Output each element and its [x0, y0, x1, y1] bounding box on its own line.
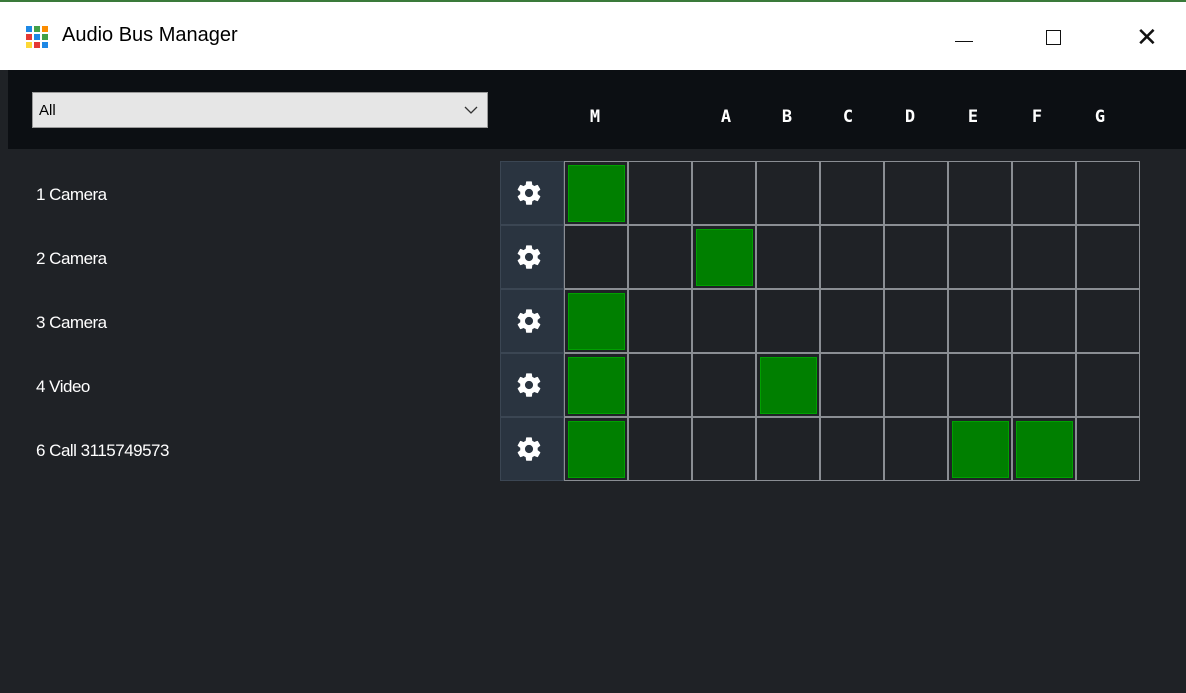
- input-settings-button[interactable]: [500, 225, 564, 289]
- routing-cell[interactable]: [820, 353, 884, 417]
- minimize-icon: [955, 41, 973, 42]
- routing-cell[interactable]: [820, 289, 884, 353]
- bus-label-m: M: [589, 107, 601, 127]
- gear-icon: [517, 309, 541, 333]
- input-settings-button[interactable]: [500, 289, 564, 353]
- input-label: 4 Video: [36, 377, 90, 396]
- routing-cell[interactable]: [884, 289, 948, 353]
- routing-cell[interactable]: [1076, 417, 1140, 481]
- maximize-icon: [1046, 30, 1061, 45]
- routing-cell[interactable]: [948, 161, 1012, 225]
- chevron-down-icon: [464, 106, 478, 114]
- routing-cell[interactable]: [1076, 225, 1140, 289]
- filter-dropdown[interactable]: All: [32, 92, 488, 128]
- routing-cell[interactable]: [628, 289, 692, 353]
- routing-cell[interactable]: [756, 225, 820, 289]
- routing-cell[interactable]: [756, 289, 820, 353]
- gear-icon: [517, 373, 541, 397]
- routing-cell-active[interactable]: [1012, 417, 1076, 481]
- routing-cell[interactable]: [1076, 289, 1140, 353]
- routing-cell[interactable]: [1012, 353, 1076, 417]
- routing-cell[interactable]: [692, 289, 756, 353]
- bus-label-b: B: [781, 107, 793, 127]
- routing-cell-active[interactable]: [564, 353, 628, 417]
- routing-cell[interactable]: [1076, 161, 1140, 225]
- minimize-button[interactable]: [935, 2, 995, 70]
- input-settings-button[interactable]: [500, 353, 564, 417]
- routing-cell[interactable]: [820, 225, 884, 289]
- routing-cell[interactable]: [884, 417, 948, 481]
- routing-cell[interactable]: [628, 417, 692, 481]
- routing-cell[interactable]: [564, 225, 628, 289]
- routing-cell[interactable]: [756, 417, 820, 481]
- input-label: 1 Camera: [36, 185, 107, 204]
- routing-cell[interactable]: [628, 353, 692, 417]
- close-icon: ✕: [1136, 22, 1158, 52]
- routing-cell[interactable]: [884, 161, 948, 225]
- routing-cell-active[interactable]: [564, 417, 628, 481]
- routing-cell[interactable]: [628, 225, 692, 289]
- routing-cell-active[interactable]: [564, 289, 628, 353]
- input-settings-button[interactable]: [500, 417, 564, 481]
- routing-cell[interactable]: [1076, 353, 1140, 417]
- bus-label-c: C: [842, 107, 854, 127]
- input-label: 6 Call 3115749573: [36, 441, 169, 460]
- input-label: 2 Camera: [36, 249, 107, 268]
- routing-cell[interactable]: [1012, 225, 1076, 289]
- bus-label-e: E: [967, 107, 979, 127]
- gear-icon: [517, 245, 541, 269]
- input-label: 3 Camera: [36, 313, 107, 332]
- routing-cell-active[interactable]: [948, 417, 1012, 481]
- maximize-button[interactable]: [1024, 2, 1084, 70]
- gear-icon: [517, 181, 541, 205]
- gear-icon: [517, 437, 541, 461]
- routing-cell[interactable]: [692, 353, 756, 417]
- filter-selected-value: All: [39, 102, 56, 119]
- routing-cell[interactable]: [628, 161, 692, 225]
- bus-label-a: A: [720, 107, 732, 127]
- bus-label-d: D: [904, 107, 916, 127]
- routing-cell[interactable]: [1012, 161, 1076, 225]
- input-settings-button[interactable]: [500, 161, 564, 225]
- routing-cell[interactable]: [692, 417, 756, 481]
- routing-cell[interactable]: [1012, 289, 1076, 353]
- routing-cell[interactable]: [884, 225, 948, 289]
- window-title: Audio Bus Manager: [62, 24, 238, 46]
- routing-cell[interactable]: [948, 225, 1012, 289]
- routing-cell[interactable]: [820, 161, 884, 225]
- bus-label-g: G: [1094, 107, 1106, 127]
- routing-cell[interactable]: [948, 289, 1012, 353]
- routing-cell[interactable]: [820, 417, 884, 481]
- grid-app-icon: [26, 26, 48, 48]
- routing-cell[interactable]: [884, 353, 948, 417]
- close-button[interactable]: ✕: [1118, 2, 1178, 70]
- window-left-edge: [0, 70, 8, 693]
- routing-cell-active[interactable]: [692, 225, 756, 289]
- routing-cell[interactable]: [948, 353, 1012, 417]
- routing-cell[interactable]: [756, 161, 820, 225]
- routing-cell-active[interactable]: [756, 353, 820, 417]
- routing-cell-active[interactable]: [564, 161, 628, 225]
- routing-cell[interactable]: [692, 161, 756, 225]
- title-bar: Audio Bus Manager ✕: [0, 0, 1186, 70]
- bus-label-f: F: [1031, 107, 1043, 127]
